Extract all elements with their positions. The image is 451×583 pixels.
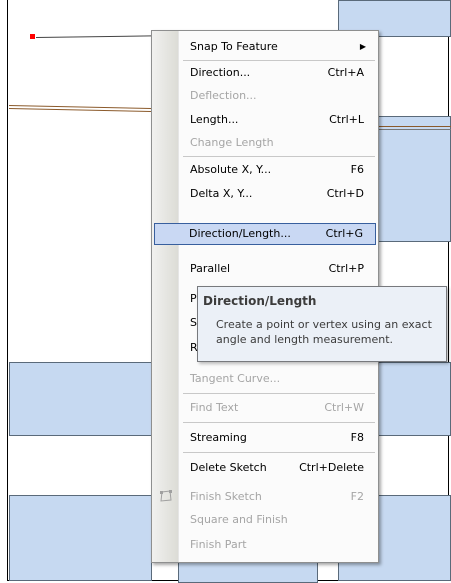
menu-item-absolute-xy[interactable]: Absolute X, Y... F6 <box>179 159 378 181</box>
parcel-edge-right-2 <box>379 129 451 130</box>
menu-item-change-length[interactable]: Change Length <box>179 132 378 154</box>
menu-item-square-and-finish[interactable]: Square and Finish <box>179 509 378 531</box>
submenu-arrow-icon: ▶ <box>359 42 366 51</box>
menu-separator <box>183 60 375 61</box>
menu-icon-gutter <box>152 31 179 562</box>
menu-separator <box>183 452 375 453</box>
menu-separator <box>183 422 375 423</box>
tooltip-title: Direction/Length <box>203 294 317 308</box>
menu-item-parallel[interactable]: Parallel Ctrl+P <box>179 258 378 280</box>
menu-item-tangent-curve[interactable]: Tangent Curve... <box>179 368 378 390</box>
menu-item-delete-sketch[interactable]: Delete Sketch Ctrl+Delete <box>179 457 378 479</box>
menu-item-tooltip: Direction/Length Create a point or verte… <box>197 286 447 362</box>
finish-sketch-icon <box>160 490 172 502</box>
menu-separator <box>183 393 375 394</box>
menu-item-find-text[interactable]: Find Text Ctrl+W <box>179 397 378 419</box>
menu-item-snap-to-feature[interactable]: Snap To Feature ▶ <box>179 36 378 58</box>
menu-item-streaming[interactable]: Streaming F8 <box>179 427 378 449</box>
parcel-left-bottom <box>9 495 152 581</box>
tooltip-body: Create a point or vertex using an exact … <box>216 318 432 346</box>
menu-separator <box>183 156 375 157</box>
parcel-left-middle <box>9 362 152 436</box>
menu-item-direction-length[interactable]: Direction/Length... Ctrl+G <box>154 223 376 245</box>
menu-item-finish-part[interactable]: Finish Part <box>179 534 378 556</box>
menu-item-direction[interactable]: Direction... Ctrl+A <box>179 62 378 84</box>
menu-item-length[interactable]: Length... Ctrl+L <box>179 109 378 131</box>
menu-item-finish-sketch[interactable]: Finish Sketch F2 <box>179 486 378 508</box>
menu-item-delta-xy[interactable]: Delta X, Y... Ctrl+D <box>179 183 378 205</box>
parcel-edge-right <box>379 126 451 127</box>
menu-item-deflection[interactable]: Deflection... <box>179 85 378 107</box>
sketch-vertex[interactable] <box>30 34 35 39</box>
